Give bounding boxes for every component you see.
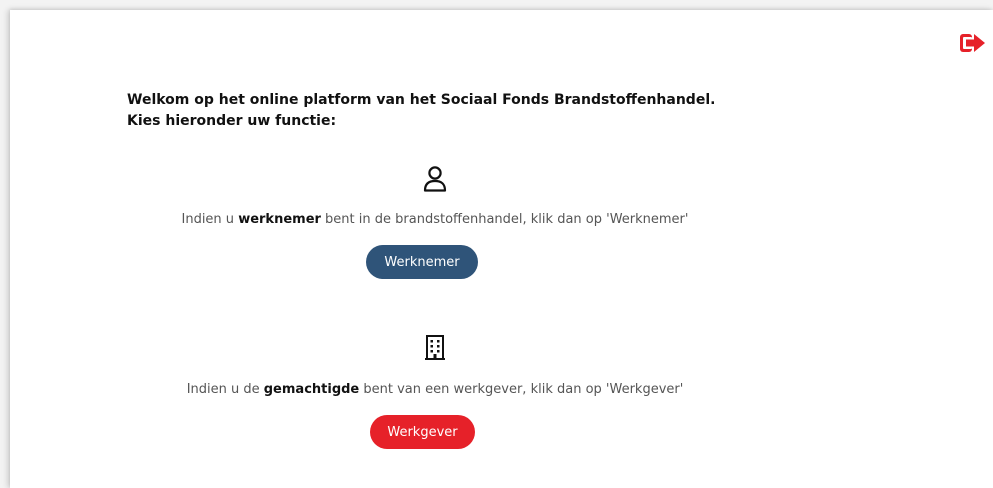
- main-card: Welkom op het online platform van het So…: [10, 10, 993, 488]
- werknemer-text-before: Indien u: [181, 212, 239, 227]
- welcome-line-2: Kies hieronder uw functie:: [127, 113, 337, 129]
- building-icon: [425, 335, 445, 365]
- logout-icon[interactable]: [960, 32, 986, 54]
- welcome-line-1: Welkom op het online platform van het So…: [127, 92, 716, 108]
- werknemer-section: [10, 165, 860, 197]
- user-icon: [423, 165, 447, 197]
- werkgever-description: Indien u de gemachtigde bent van een wer…: [10, 382, 860, 397]
- werkgever-section: [10, 335, 860, 365]
- werkgever-text-after: bent van een werkgever, klik dan op 'Wer…: [359, 382, 684, 397]
- werkgever-text-bold: gemachtigde: [263, 382, 360, 397]
- werknemer-description: Indien u werknemer bent in de brandstoff…: [10, 212, 860, 227]
- werknemer-button[interactable]: Werknemer: [366, 245, 478, 279]
- werkgever-button[interactable]: Werkgever: [370, 415, 475, 449]
- werkgever-text-before: Indien u de: [186, 382, 264, 397]
- werknemer-text-bold: werknemer: [238, 212, 321, 227]
- welcome-message: Welkom op het online platform van het So…: [127, 90, 827, 132]
- werknemer-text-after: bent in de brandstoffenhandel, klik dan …: [320, 212, 689, 227]
